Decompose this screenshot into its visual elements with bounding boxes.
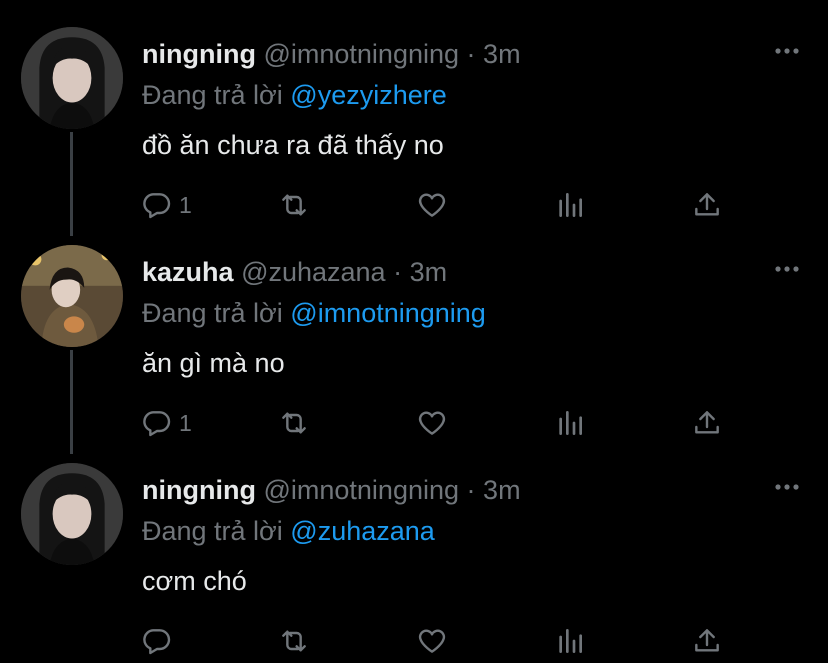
analytics-icon	[559, 629, 582, 653]
action-bar	[0, 623, 828, 659]
reply-count: 1	[179, 191, 192, 218]
share-button[interactable]	[691, 187, 723, 223]
more-icon[interactable]	[773, 479, 801, 495]
replying-to: Đang trả lời @yezyizhere	[142, 80, 447, 111]
avatar[interactable]	[21, 245, 123, 347]
separator-dot: ·	[393, 257, 403, 287]
avatar-image-icon	[21, 463, 123, 565]
analytics-icon	[559, 193, 582, 217]
timestamp[interactable]: 3m	[410, 257, 448, 287]
display-name[interactable]: ningning	[142, 475, 256, 505]
like-icon	[418, 629, 446, 653]
share-button[interactable]	[691, 405, 723, 441]
like-icon	[418, 411, 446, 435]
avatar[interactable]	[21, 463, 123, 565]
reply-icon	[143, 411, 171, 437]
more-icon[interactable]	[773, 43, 801, 59]
tweet-text: ăn gì mà no	[142, 348, 285, 378]
replying-to: Đang trả lời @zuhazana	[142, 516, 435, 547]
analytics-button[interactable]	[554, 623, 586, 659]
replying-to: Đang trả lời @imnotningning	[142, 298, 486, 329]
separator-dot: ·	[466, 475, 476, 505]
reply-button[interactable]	[141, 623, 179, 659]
action-bar: 1	[0, 405, 828, 441]
user-handle[interactable]: @imnotningning	[263, 475, 459, 505]
analytics-button[interactable]	[554, 187, 586, 223]
share-icon	[695, 629, 719, 652]
avatar-image-icon	[21, 245, 123, 347]
user-handle[interactable]: @zuhazana	[241, 257, 386, 287]
tweet[interactable]: kazuha @zuhazana · 3m Đang trả lời @imno…	[0, 245, 828, 437]
reply-count: 1	[179, 409, 192, 436]
retweet-button[interactable]	[278, 623, 310, 659]
retweet-icon	[282, 630, 306, 652]
reply-icon	[143, 629, 171, 655]
tweet-header: ningning @imnotningning · 3m	[142, 39, 521, 70]
timestamp[interactable]: 3m	[483, 39, 521, 69]
tweet-header: kazuha @zuhazana · 3m	[142, 257, 447, 288]
reply-button[interactable]: 1	[141, 405, 192, 441]
retweet-icon	[282, 194, 306, 216]
share-button[interactable]	[691, 623, 723, 659]
mention-link[interactable]: @zuhazana	[290, 516, 435, 546]
timestamp[interactable]: 3m	[483, 475, 521, 505]
tweet-text: cơm chó	[142, 566, 247, 596]
retweet-icon	[282, 412, 306, 434]
display-name[interactable]: ningning	[142, 39, 256, 69]
like-button[interactable]	[416, 187, 448, 223]
like-icon	[418, 193, 446, 217]
reply-button[interactable]: 1	[141, 187, 192, 223]
more-icon[interactable]	[773, 261, 801, 277]
replying-to-label: Đang trả lời	[142, 298, 283, 328]
analytics-button[interactable]	[554, 405, 586, 441]
like-button[interactable]	[416, 405, 448, 441]
replying-to-label: Đang trả lời	[142, 516, 283, 546]
mention-link[interactable]: @imnotningning	[290, 298, 486, 328]
action-bar: 1	[0, 187, 828, 223]
reply-icon	[143, 193, 171, 219]
share-icon	[695, 411, 719, 434]
user-handle[interactable]: @imnotningning	[263, 39, 459, 69]
retweet-button[interactable]	[278, 405, 310, 441]
mention-link[interactable]: @yezyizhere	[290, 80, 446, 110]
separator-dot: ·	[466, 39, 476, 69]
tweet[interactable]: ningning @imnotningning · 3m Đang trả lờ…	[0, 27, 828, 219]
retweet-button[interactable]	[278, 187, 310, 223]
avatar[interactable]	[21, 27, 123, 129]
display-name[interactable]: kazuha	[142, 257, 234, 287]
tweet-header: ningning @imnotningning · 3m	[142, 475, 521, 506]
like-button[interactable]	[416, 623, 448, 659]
tweet[interactable]: ningning @imnotningning · 3m Đang trả lờ…	[0, 463, 828, 655]
tweet-text: đồ ăn chưa ra đã thấy no	[142, 130, 444, 160]
avatar-image-icon	[21, 27, 123, 129]
analytics-icon	[559, 411, 582, 435]
replying-to-label: Đang trả lời	[142, 80, 283, 110]
share-icon	[695, 193, 719, 216]
